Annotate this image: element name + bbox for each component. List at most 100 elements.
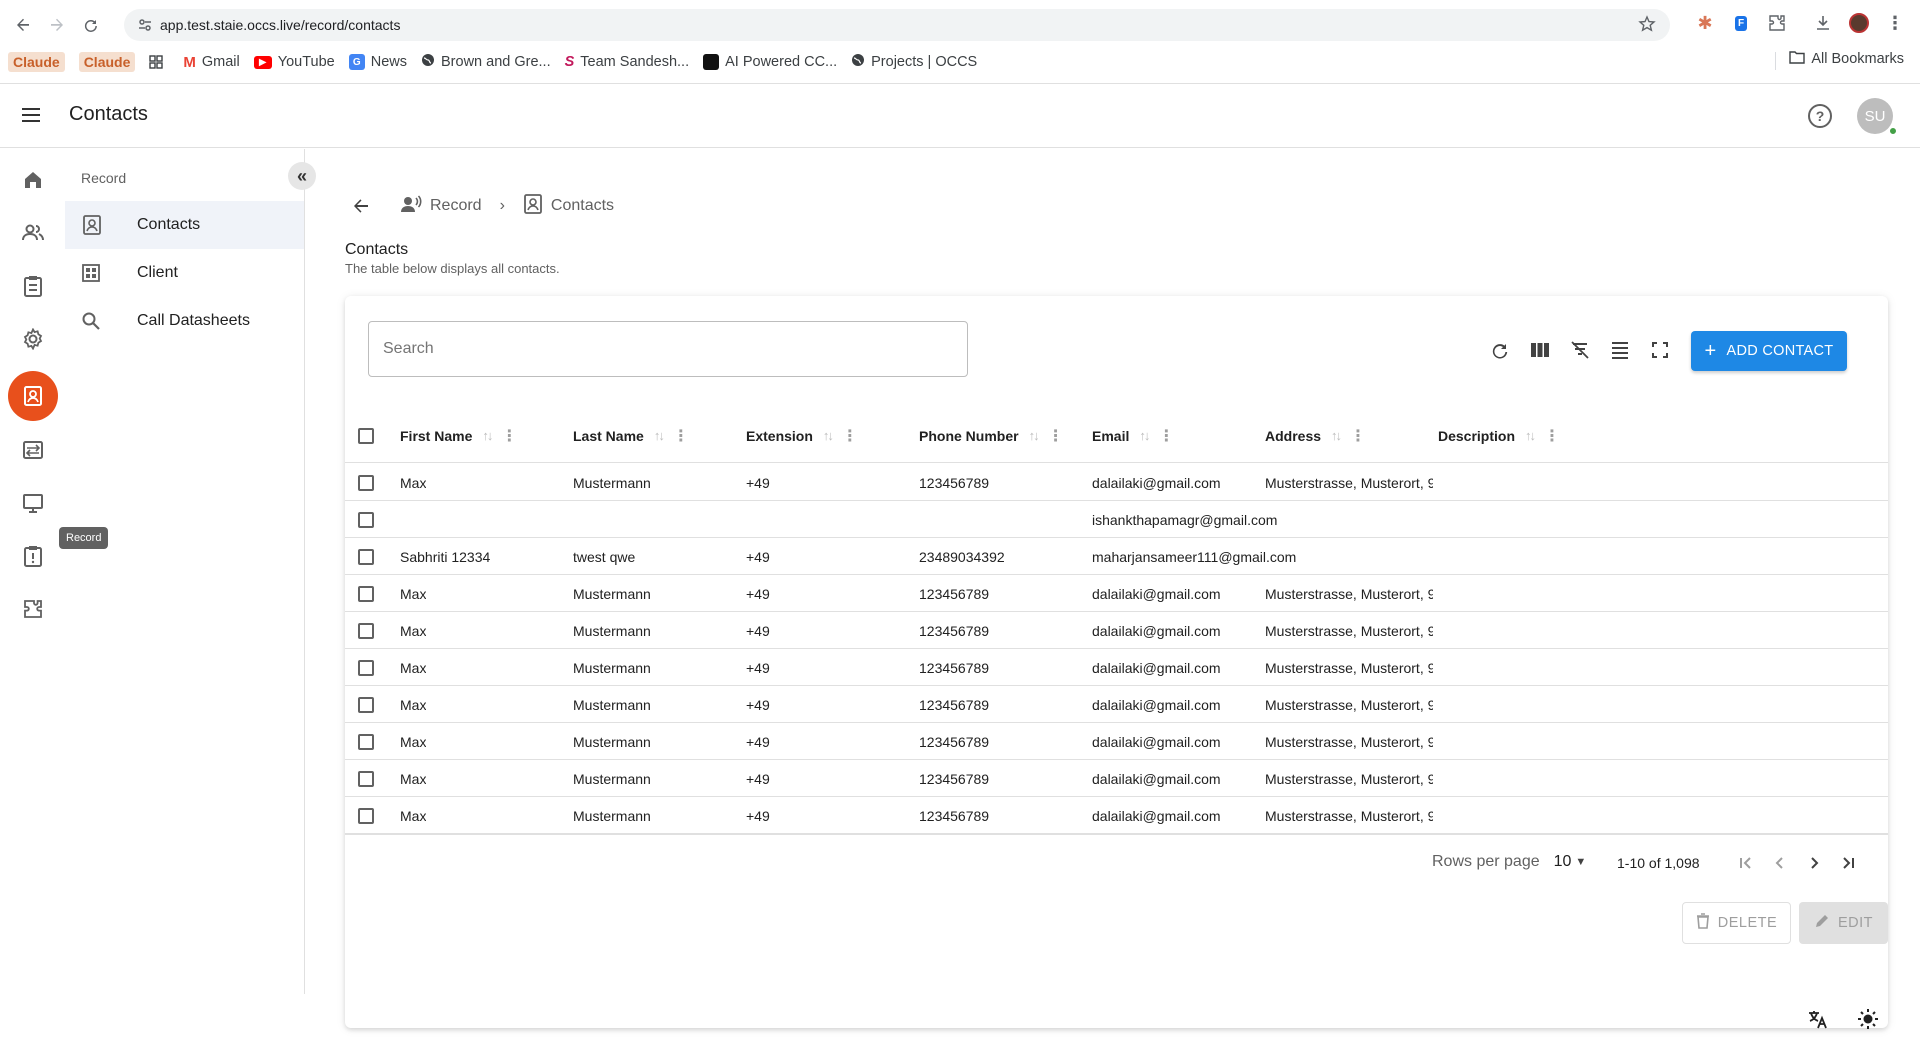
row-checkbox[interactable] [358, 760, 374, 797]
row-checkbox[interactable] [358, 649, 374, 686]
add-contact-button[interactable]: + ADD CONTACT [1691, 331, 1847, 371]
extension-icon[interactable]: F [1728, 10, 1754, 36]
column-header[interactable]: Address ↑↓ ⋮ [1265, 408, 1366, 463]
page-subtitle: The table below displays all contacts. [345, 261, 560, 276]
table-row[interactable]: Max Mustermann +49 123456789 dalailaki@g… [345, 723, 1888, 760]
hamburger-menu-icon[interactable] [20, 104, 48, 128]
sidebar-item-contacts[interactable]: Contacts [65, 201, 304, 249]
bookmark-team[interactable]: S Team Sandesh... [565, 54, 690, 70]
translate-icon[interactable] [1804, 1005, 1832, 1033]
bookmark-projects[interactable]: Projects | OCCS [851, 53, 977, 71]
transfer-icon[interactable] [10, 427, 56, 473]
table-row[interactable]: Sabhriti 12334 twest qwe +49 23489034392… [345, 538, 1888, 575]
density-icon[interactable] [1606, 336, 1634, 364]
sort-icon[interactable]: ↑↓ [1331, 428, 1342, 443]
column-header[interactable]: Extension ↑↓ ⋮ [746, 408, 858, 463]
sort-icon[interactable]: ↑↓ [1029, 428, 1040, 443]
filter-off-icon[interactable] [1566, 336, 1594, 364]
bookmark-youtube[interactable]: ▶ YouTube [253, 54, 335, 70]
clipboard-icon[interactable] [10, 263, 56, 309]
column-header[interactable]: Email ↑↓ ⋮ [1092, 408, 1174, 463]
row-checkbox[interactable] [358, 575, 374, 612]
sort-icon[interactable]: ↑↓ [1525, 428, 1536, 443]
breadcrumb-record[interactable]: Record [400, 194, 482, 219]
table-row[interactable]: Max Mustermann +49 123456789 dalailaki@g… [345, 649, 1888, 686]
site-info-icon[interactable] [130, 18, 160, 32]
column-header[interactable]: Description ↑↓ ⋮ [1438, 408, 1560, 463]
column-header[interactable]: Last Name ↑↓ ⋮ [573, 408, 689, 463]
column-menu-icon[interactable]: ⋮ [1544, 426, 1560, 446]
home-icon[interactable] [10, 157, 56, 203]
search-input[interactable] [368, 321, 968, 377]
table-row[interactable]: Max Mustermann +49 123456789 dalailaki@g… [345, 464, 1888, 501]
row-checkbox[interactable] [358, 723, 374, 760]
apps-grid-icon[interactable] [149, 55, 164, 69]
select-all-checkbox[interactable] [358, 408, 374, 463]
users-icon[interactable] [10, 210, 56, 256]
row-checkbox[interactable] [358, 501, 374, 538]
sort-icon[interactable]: ↑↓ [823, 428, 834, 443]
bookmark-brown[interactable]: Brown and Gre... [421, 53, 551, 71]
refresh-icon[interactable] [1486, 336, 1514, 364]
row-checkbox[interactable] [358, 797, 374, 834]
sort-icon[interactable]: ↑↓ [482, 428, 493, 443]
table-row[interactable]: ishankthapamagr@gmail.com [345, 501, 1888, 538]
bookmark-news[interactable]: G News [348, 54, 407, 70]
all-bookmarks[interactable]: All Bookmarks [1775, 50, 1904, 70]
first-page-icon[interactable] [1732, 849, 1760, 877]
sidebar-item-client[interactable]: Client [65, 249, 304, 297]
forward-icon[interactable] [40, 8, 74, 42]
column-header[interactable]: Phone Number ↑↓ ⋮ [919, 408, 1064, 463]
trash-icon [1696, 913, 1710, 933]
row-checkbox[interactable] [358, 538, 374, 575]
profile-icon[interactable] [1846, 10, 1872, 36]
claude-extension-icon[interactable]: ✱ [1692, 10, 1718, 36]
settings-gear-icon[interactable] [10, 316, 56, 362]
column-menu-icon[interactable]: ⋮ [501, 426, 517, 446]
last-page-icon[interactable] [1834, 849, 1862, 877]
previous-page-icon[interactable] [1766, 849, 1794, 877]
sidebar-item-call-datasheets[interactable]: Call Datasheets [65, 297, 304, 345]
column-menu-icon[interactable]: ⋮ [673, 426, 689, 446]
table-row[interactable]: Max Mustermann +49 123456789 dalailaki@g… [345, 575, 1888, 612]
bookmark-gmail[interactable]: M Gmail [183, 54, 239, 71]
column-menu-icon[interactable]: ⋮ [1350, 426, 1366, 446]
reload-icon[interactable] [74, 8, 108, 42]
download-icon[interactable] [1810, 10, 1836, 36]
columns-icon[interactable] [1526, 336, 1554, 364]
address-bar[interactable]: app.test.staie.occs.live/record/contacts [124, 9, 1670, 41]
menu-kebab-icon[interactable]: ⋮ [1882, 10, 1908, 36]
help-icon[interactable]: ? [1808, 104, 1832, 128]
bookmark-claude[interactable]: Claude [78, 52, 136, 72]
report-alert-icon[interactable] [10, 533, 56, 579]
bookmark-claude[interactable]: Claude [8, 52, 65, 72]
back-arrow-icon[interactable] [346, 191, 376, 221]
column-menu-icon[interactable]: ⋮ [1158, 426, 1174, 446]
edit-button[interactable]: EDIT [1799, 902, 1888, 944]
bookmark-star-icon[interactable] [1638, 15, 1656, 38]
extension-puzzle-icon[interactable] [10, 586, 56, 632]
table-row[interactable]: Max Mustermann +49 123456789 dalailaki@g… [345, 797, 1888, 834]
sort-icon[interactable]: ↑↓ [654, 428, 665, 443]
puzzle-icon[interactable] [1764, 10, 1790, 36]
record-contacts-icon[interactable] [8, 371, 58, 421]
delete-button[interactable]: DELETE [1682, 902, 1791, 944]
caret-down-icon: ▼ [1575, 856, 1587, 868]
table-row[interactable]: Max Mustermann +49 123456789 dalailaki@g… [345, 686, 1888, 723]
bookmark-ai[interactable]: AI Powered CC... [703, 54, 837, 70]
table-row[interactable]: Max Mustermann +49 123456789 dalailaki@g… [345, 612, 1888, 649]
column-menu-icon[interactable]: ⋮ [1048, 426, 1064, 446]
rows-per-page-select[interactable]: 10 ▼ [1554, 853, 1587, 871]
monitor-icon[interactable] [10, 480, 56, 526]
column-header[interactable]: First Name ↑↓ ⋮ [400, 408, 517, 463]
row-checkbox[interactable] [358, 612, 374, 649]
row-checkbox[interactable] [358, 464, 374, 501]
theme-toggle-sun-icon[interactable] [1854, 1005, 1882, 1033]
row-checkbox[interactable] [358, 686, 374, 723]
sort-icon[interactable]: ↑↓ [1139, 428, 1150, 443]
column-menu-icon[interactable]: ⋮ [842, 426, 858, 446]
back-icon[interactable] [6, 8, 40, 42]
fullscreen-icon[interactable] [1646, 336, 1674, 364]
next-page-icon[interactable] [1800, 849, 1828, 877]
table-row[interactable]: Max Mustermann +49 123456789 dalailaki@g… [345, 760, 1888, 797]
